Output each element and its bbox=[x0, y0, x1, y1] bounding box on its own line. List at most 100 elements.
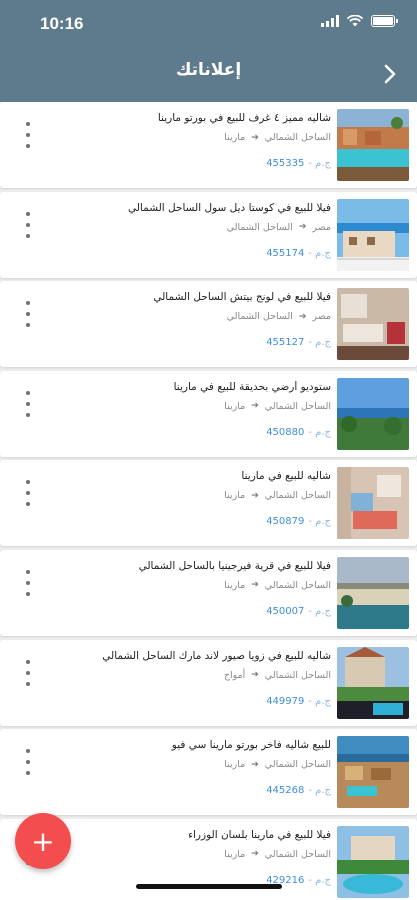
arrow-icon: ➔ bbox=[251, 670, 259, 681]
arrow-icon: ➔ bbox=[251, 132, 259, 143]
ad-card[interactable]: فيلا للبيع في كوستا ديل سول الساحل الشما… bbox=[0, 191, 417, 278]
location-to: مارينا bbox=[224, 579, 246, 591]
ad-thumbnail[interactable] bbox=[337, 736, 409, 809]
ad-title[interactable]: شاليه للبيع في زويا صيور لاند مارك الساح… bbox=[51, 650, 331, 662]
ads-list: شاليه مميز ٤ غرف للبيع في بورتو مارينا ا… bbox=[0, 102, 417, 900]
page-title: إعلاناتك bbox=[175, 60, 242, 80]
ad-currency: ج.م - bbox=[308, 695, 331, 707]
ad-title[interactable]: فيلا للبيع في لونج بيتش الساحل الشمالي bbox=[51, 291, 331, 303]
plus-icon: + bbox=[31, 824, 55, 858]
more-vert-icon[interactable] bbox=[22, 390, 34, 417]
location-from: الساحل الشمالي bbox=[264, 669, 331, 681]
ad-price: ج.م - 455127 bbox=[266, 337, 331, 348]
ad-price: ج.م - 450879 bbox=[266, 516, 331, 527]
ad-title[interactable]: فيلا للبيع في قرية فيرجينيا بالساحل الشم… bbox=[51, 560, 331, 572]
ad-currency: ج.م - bbox=[308, 426, 331, 438]
more-vert-icon[interactable] bbox=[22, 480, 34, 507]
location-to: مارينا bbox=[224, 490, 246, 502]
location-to: الساحل الشمالي bbox=[226, 311, 293, 323]
ad-price: ج.م - 455174 bbox=[266, 248, 331, 259]
ad-thumbnail[interactable] bbox=[337, 288, 409, 361]
ad-location: الساحل الشمالي ➔ مارينا bbox=[224, 759, 331, 770]
ad-location: مصر ➔ الساحل الشمالي bbox=[227, 222, 331, 233]
chevron-right-icon[interactable] bbox=[377, 60, 403, 88]
arrow-icon: ➔ bbox=[251, 759, 259, 770]
ad-currency: ج.م - bbox=[308, 605, 331, 617]
ad-id: 450007 bbox=[266, 605, 305, 617]
ad-currency: ج.م - bbox=[308, 337, 331, 349]
location-from: الساحل الشمالي bbox=[264, 490, 331, 502]
add-ad-button[interactable]: + bbox=[15, 813, 71, 869]
more-vert-icon[interactable] bbox=[22, 211, 34, 238]
arrow-icon: ➔ bbox=[251, 401, 259, 412]
ad-location: الساحل الشمالي ➔ أمواج bbox=[224, 670, 331, 681]
ad-id: 450880 bbox=[266, 426, 305, 438]
location-to: مارينا bbox=[224, 848, 246, 860]
arrow-icon: ➔ bbox=[251, 580, 259, 591]
ad-location: مصر ➔ الساحل الشمالي bbox=[227, 311, 331, 322]
signal-icon bbox=[321, 15, 339, 27]
ad-location: الساحل الشمالي ➔ مارينا bbox=[224, 490, 331, 501]
ad-title[interactable]: فيلا للبيع في مارينا بلسان الوزراء bbox=[51, 829, 331, 841]
more-vert-icon[interactable] bbox=[22, 749, 34, 776]
more-vert-icon[interactable] bbox=[22, 569, 34, 596]
ad-thumbnail[interactable] bbox=[337, 377, 409, 450]
location-to: مارينا bbox=[224, 132, 246, 143]
ad-currency: ج.م - bbox=[308, 785, 331, 797]
arrow-icon: ➔ bbox=[251, 490, 259, 501]
location-from: الساحل الشمالي bbox=[264, 759, 331, 771]
ad-location: الساحل الشمالي ➔ مارينا bbox=[224, 849, 331, 860]
ad-thumbnail[interactable] bbox=[337, 825, 409, 898]
ad-card[interactable]: شاليه مميز ٤ غرف للبيع في بورتو مارينا ا… bbox=[0, 102, 417, 188]
ad-title[interactable]: للبيع شاليه فاخر بورتو مارينا سي فيو bbox=[51, 739, 331, 751]
arrow-icon: ➔ bbox=[298, 311, 307, 322]
home-indicator bbox=[136, 884, 282, 889]
location-from: الساحل الشمالي bbox=[264, 400, 331, 412]
ad-price: ج.م - 450880 bbox=[266, 427, 331, 438]
ad-title[interactable]: شاليه للبيع في مارينا bbox=[51, 470, 331, 482]
ad-currency: ج.م - bbox=[308, 874, 331, 886]
ad-id: 450879 bbox=[266, 516, 305, 528]
ad-currency: ج.م - bbox=[308, 516, 331, 528]
ad-card[interactable]: شاليه للبيع في زويا صيور لاند مارك الساح… bbox=[0, 639, 417, 726]
location-from: الساحل الشمالي bbox=[264, 579, 331, 591]
location-to: مارينا bbox=[224, 400, 246, 412]
more-vert-icon[interactable] bbox=[22, 301, 34, 328]
arrow-icon: ➔ bbox=[251, 849, 259, 860]
ad-title[interactable]: ستوديو أرضي بحديقة للبيع في مارينا bbox=[51, 381, 331, 393]
ad-price: ج.م - 449979 bbox=[266, 696, 331, 707]
ad-card[interactable]: للبيع شاليه فاخر بورتو مارينا سي فيو الس… bbox=[0, 729, 417, 816]
ad-card[interactable]: فيلا للبيع في لونج بيتش الساحل الشمالي م… bbox=[0, 281, 417, 368]
status-icons bbox=[321, 15, 398, 27]
more-vert-icon[interactable] bbox=[22, 122, 34, 148]
ad-thumbnail[interactable] bbox=[337, 467, 409, 540]
ad-thumbnail[interactable] bbox=[337, 109, 409, 181]
ad-price: ج.م - 455335 bbox=[266, 158, 331, 169]
ad-card[interactable]: شاليه للبيع في مارينا الساحل الشمالي ➔ م… bbox=[0, 460, 417, 547]
ad-thumbnail[interactable] bbox=[337, 198, 409, 271]
ad-card[interactable]: فيلا للبيع في قرية فيرجينيا بالساحل الشم… bbox=[0, 549, 417, 636]
ad-currency: ج.م - bbox=[308, 247, 331, 259]
ad-id: 445268 bbox=[266, 785, 305, 797]
ad-location: الساحل الشمالي ➔ مارينا bbox=[224, 580, 331, 591]
location-to: أمواج bbox=[223, 669, 246, 681]
battery-icon bbox=[371, 15, 398, 27]
ad-price: ج.م - 450007 bbox=[266, 606, 331, 617]
ad-thumbnail[interactable] bbox=[337, 556, 409, 629]
location-to: الساحل الشمالي bbox=[226, 221, 293, 233]
location-from: الساحل الشمالي bbox=[264, 848, 331, 860]
location-from: مصر bbox=[312, 311, 331, 323]
ad-title[interactable]: شاليه مميز ٤ غرف للبيع في بورتو مارينا bbox=[51, 112, 331, 124]
app-bar: إعلاناتك bbox=[0, 46, 417, 102]
more-vert-icon[interactable] bbox=[22, 659, 34, 686]
location-from: الساحل الشمالي bbox=[264, 132, 331, 143]
ad-card[interactable]: ستوديو أرضي بحديقة للبيع في مارينا الساح… bbox=[0, 370, 417, 457]
ad-id: 449979 bbox=[266, 695, 305, 707]
ad-location: الساحل الشمالي ➔ مارينا bbox=[224, 401, 331, 412]
status-bar: 10:16 bbox=[0, 0, 417, 46]
ad-currency: ج.م - bbox=[308, 158, 331, 169]
ad-thumbnail[interactable] bbox=[337, 646, 409, 719]
arrow-icon: ➔ bbox=[298, 222, 307, 233]
status-time: 10:16 bbox=[40, 14, 84, 33]
ad-title[interactable]: فيلا للبيع في كوستا ديل سول الساحل الشما… bbox=[51, 202, 331, 214]
